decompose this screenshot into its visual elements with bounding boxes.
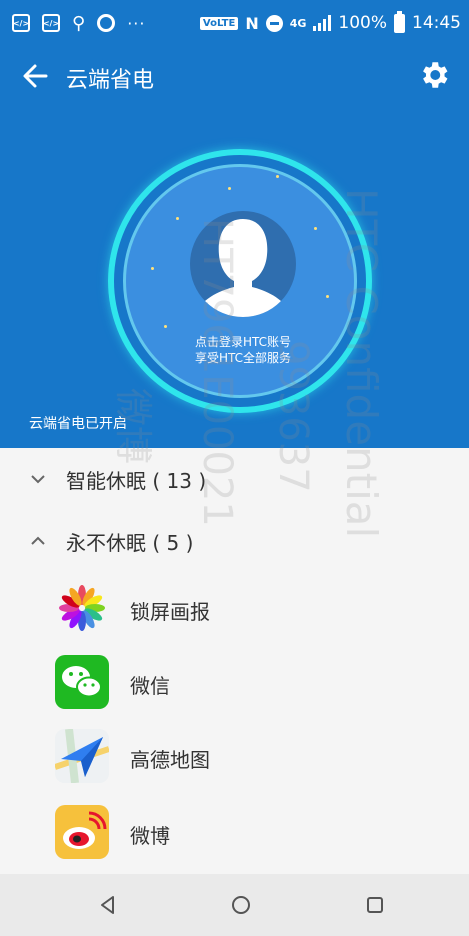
do-not-disturb-icon (265, 14, 283, 32)
app-label: 微信 (130, 674, 170, 698)
amap-icon (55, 729, 109, 783)
battery-icon (394, 10, 405, 33)
cloud-power-hero: 点击登录HTC账号 享受HTC全部服务 云端省电已开启 (0, 106, 469, 448)
sync-icon (97, 14, 116, 32)
arrow-back-icon[interactable] (22, 58, 48, 94)
nav-home-icon[interactable] (229, 893, 253, 917)
star-dot (164, 325, 167, 328)
group-never-sleep[interactable]: 永不休眠 ( 5 ) (0, 510, 469, 572)
system-nav-bar (0, 874, 469, 936)
star-dot (276, 175, 279, 178)
avatar[interactable] (190, 211, 296, 317)
code-icon: </> (42, 14, 60, 32)
gear-icon[interactable] (417, 58, 451, 92)
volte-badge: VoLTE (199, 16, 239, 30)
chevron-down-icon (31, 475, 45, 484)
more-dots-icon: ··· (127, 13, 146, 33)
nav-back-icon[interactable] (96, 893, 120, 917)
star-dot (151, 267, 154, 270)
star-dot (326, 295, 329, 298)
page-title: 云端省电 (66, 68, 155, 93)
group-label: 智能休眠 ( 13 ) (66, 468, 207, 493)
login-circle[interactable]: 点击登录HTC账号 享受HTC全部服务 (123, 164, 357, 398)
group-label: 永不休眠 ( 5 ) (66, 530, 194, 555)
app-label: 高德地图 (130, 748, 210, 772)
app-bar: 云端省电 (0, 46, 469, 106)
group-smart-sleep[interactable]: 智能休眠 ( 13 ) (0, 448, 469, 510)
login-prompt-line1: 点击登录HTC账号 (194, 335, 292, 349)
login-prompt-line2: 享受HTC全部服务 (194, 351, 292, 365)
nfc-icon: N (245, 13, 259, 33)
list-item-wechat[interactable]: 微信 (0, 648, 469, 720)
lockscreen-pictorial-icon (55, 581, 109, 635)
cloud-power-status: 云端省电已开启 (29, 416, 127, 432)
signal-icon (313, 15, 332, 31)
usb-icon: ⚲ (72, 12, 86, 34)
star-dot (314, 227, 317, 230)
chevron-up-icon (31, 536, 45, 545)
app-label: 锁屏画报 (130, 600, 210, 624)
wechat-icon (55, 655, 109, 709)
app-list: 智能休眠 ( 13 ) 永不休眠 ( 5 ) 锁屏画报 微信 高德地图 微博 (0, 448, 469, 874)
star-dot (176, 217, 179, 220)
nav-recents-icon[interactable] (363, 893, 387, 917)
list-item-lockscreen-pictorial[interactable]: 锁屏画报 (0, 574, 469, 646)
network-type: 4G (289, 16, 307, 30)
app-label: 微博 (130, 824, 170, 848)
code-icon: </> (12, 14, 30, 32)
list-item-weibo[interactable]: 微博 (0, 798, 469, 870)
clock: 14:45 (412, 13, 461, 33)
weibo-icon (55, 805, 109, 859)
list-item-amap[interactable]: 高德地图 (0, 722, 469, 794)
battery-percent: 100% (338, 13, 387, 33)
status-bar: </> </> ⚲ ··· VoLTE N 4G 100% 14:45 (0, 0, 469, 46)
user-silhouette-icon (192, 219, 294, 317)
star-dot (228, 187, 231, 190)
